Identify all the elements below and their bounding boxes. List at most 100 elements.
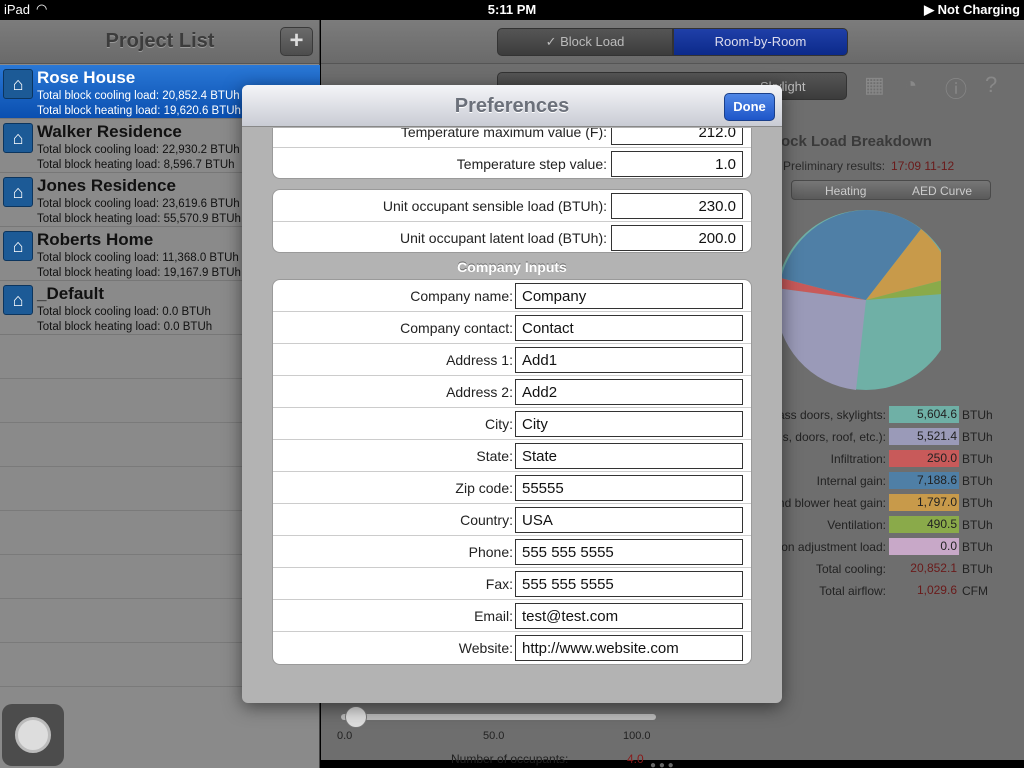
- address1-field[interactable]: Add1: [515, 347, 743, 373]
- page-indicator: ● ● ●: [650, 760, 674, 768]
- battery-status: ▶ Not Charging: [924, 2, 1020, 17]
- preferences-scroll[interactable]: Temperature maximum value (F): 212.0 Tem…: [242, 128, 782, 703]
- phone-field[interactable]: 555 555 5555: [515, 539, 743, 565]
- zip-code-field[interactable]: 55555: [515, 475, 743, 501]
- legend-unit: BTUh: [962, 408, 993, 422]
- slider-knob[interactable]: [345, 706, 367, 728]
- detail-header: ✓ Block Load Room-by-Room: [321, 20, 1024, 64]
- legend-label: Ventilation:: [827, 518, 886, 532]
- pie-chart-icon[interactable]: ◔: [904, 72, 917, 98]
- legend-value: 5,521.4: [889, 428, 959, 445]
- info-icon[interactable]: ⓘ: [945, 72, 967, 104]
- pref-row: Country: USA: [273, 504, 751, 536]
- legend-value: 0.0: [889, 538, 959, 555]
- occupants-label: Number of occupants:: [451, 752, 569, 766]
- company-contact-field[interactable]: Contact: [515, 315, 743, 341]
- legend-label: Internal gain:: [816, 474, 886, 488]
- city-field[interactable]: City: [515, 411, 743, 437]
- pref-row: Address 1: Add1: [273, 344, 751, 376]
- project-name: _Default: [37, 284, 105, 303]
- legend-row: Internal gain: 7,188.6 BTUh: [761, 470, 1016, 492]
- house-icon: ⌂: [3, 285, 33, 315]
- preliminary-timestamp: 17:09 11-12: [891, 159, 955, 173]
- calculator-icon[interactable]: ▦: [864, 72, 885, 98]
- fax-field[interactable]: 555 555 5555: [515, 571, 743, 597]
- pref-label: Fax:: [485, 576, 513, 592]
- pref-row: Email: test@test.com: [273, 600, 751, 632]
- pref-label: Website:: [458, 640, 513, 656]
- pref-row: City: City: [273, 408, 751, 440]
- website-field[interactable]: http://www.website.com: [515, 635, 743, 661]
- legend-unit: BTUh: [962, 540, 993, 554]
- pref-label: City:: [485, 416, 513, 432]
- slider-min-label: 0.0: [337, 730, 353, 742]
- project-cooling-load: Total block cooling load: 22,930.2 BTUh: [37, 144, 240, 156]
- project-name: Roberts Home: [37, 230, 154, 249]
- legend-row: ass doors, skylights: 5,604.6 BTUh: [761, 404, 1016, 426]
- pref-label: Country:: [460, 512, 513, 528]
- breakdown-title: ock Load Breakdown: [781, 133, 932, 150]
- legend-row: on adjustment load: 0.0 BTUh: [761, 536, 1016, 558]
- project-cooling-load: Total block cooling load: 20,852.4 BTUh: [37, 90, 240, 102]
- legend-row: Total cooling: 20,852.1 BTUh: [761, 558, 1016, 580]
- pref-row: Phone: 555 555 5555: [273, 536, 751, 568]
- pie-slice-conduction: [775, 288, 866, 390]
- add-project-button[interactable]: +: [280, 27, 313, 56]
- room-by-room-segment[interactable]: Room-by-Room: [673, 28, 848, 56]
- legend-label: ass doors, skylights:: [777, 408, 886, 422]
- pref-label: Address 1:: [446, 352, 513, 368]
- legend-label: Total cooling:: [815, 562, 886, 576]
- tab-aed-curve[interactable]: AED Curve: [912, 184, 972, 198]
- temperature-step-field[interactable]: 1.0: [611, 151, 743, 177]
- legend-unit: CFM: [962, 584, 988, 598]
- legend-label: on adjustment load:: [781, 540, 886, 554]
- occupant-slider-area: 0.0 50.0 100.0 Number of occupants: 4.0: [331, 700, 661, 768]
- pref-label: Email:: [474, 608, 513, 624]
- email-field[interactable]: test@test.com: [515, 603, 743, 629]
- house-icon: ⌂: [3, 231, 33, 261]
- legend-value: 250.0: [889, 450, 959, 467]
- legend-unit: BTUh: [962, 518, 993, 532]
- legend-label: nd blower heat gain:: [777, 496, 886, 510]
- pref-row: Address 2: Add2: [273, 376, 751, 408]
- occupants-value: 4.0: [627, 752, 644, 766]
- pref-row: Fax: 555 555 5555: [273, 568, 751, 600]
- clock: 5:11 PM: [487, 2, 537, 17]
- legend-value: 1,029.6: [916, 583, 957, 597]
- country-field[interactable]: USA: [515, 507, 743, 533]
- project-list-header: Project List +: [0, 20, 319, 64]
- address2-field[interactable]: Add2: [515, 379, 743, 405]
- home-circle-icon: [15, 717, 51, 753]
- slider-track[interactable]: [341, 714, 656, 720]
- legend-row: Total airflow: 1,029.6 CFM: [761, 580, 1016, 602]
- occupant-group: Unit occupant sensible load (BTUh): 230.…: [272, 189, 752, 253]
- breakdown-tabs[interactable]: Heating AED Curve: [791, 180, 991, 200]
- legend-value: 5,604.6: [889, 406, 959, 423]
- legend-row: s, doors, roof, etc.): 5,521.4 BTUh: [761, 426, 1016, 448]
- project-list-title: Project List: [105, 30, 215, 52]
- project-name: Rose House: [37, 68, 136, 87]
- project-name: Walker Residence: [37, 122, 182, 141]
- company-name-field[interactable]: Company: [515, 283, 743, 309]
- occupant-latent-field[interactable]: 200.0: [611, 225, 743, 251]
- temperature-max-field[interactable]: 212.0: [611, 128, 743, 145]
- pref-label: Company contact:: [400, 320, 513, 336]
- preliminary-results: Preliminary results: 17:09 11-12: [783, 159, 954, 173]
- company-inputs-header: Company Inputs: [457, 259, 567, 275]
- pref-row: Company contact: Contact: [273, 312, 751, 344]
- modal-header: Preferences Done: [242, 85, 782, 127]
- legend-unit: BTUh: [962, 430, 993, 444]
- pref-label: State:: [476, 448, 513, 464]
- assistive-touch-button[interactable]: [2, 704, 64, 766]
- help-icon[interactable]: ?: [985, 72, 997, 98]
- occupant-sensible-field[interactable]: 230.0: [611, 193, 743, 219]
- block-load-segment[interactable]: ✓ Block Load: [497, 28, 673, 56]
- done-button[interactable]: Done: [724, 93, 775, 121]
- project-cooling-load: Total block cooling load: 11,368.0 BTUh: [37, 252, 239, 264]
- state-field[interactable]: State: [515, 443, 743, 469]
- project-heating-load: Total block heating load: 19,167.9 BTUh: [37, 267, 241, 279]
- legend-unit: BTUh: [962, 496, 993, 510]
- tab-heating[interactable]: Heating: [825, 184, 866, 198]
- house-icon: ⌂: [3, 69, 33, 99]
- pref-row: Temperature maximum value (F): 212.0: [273, 128, 751, 148]
